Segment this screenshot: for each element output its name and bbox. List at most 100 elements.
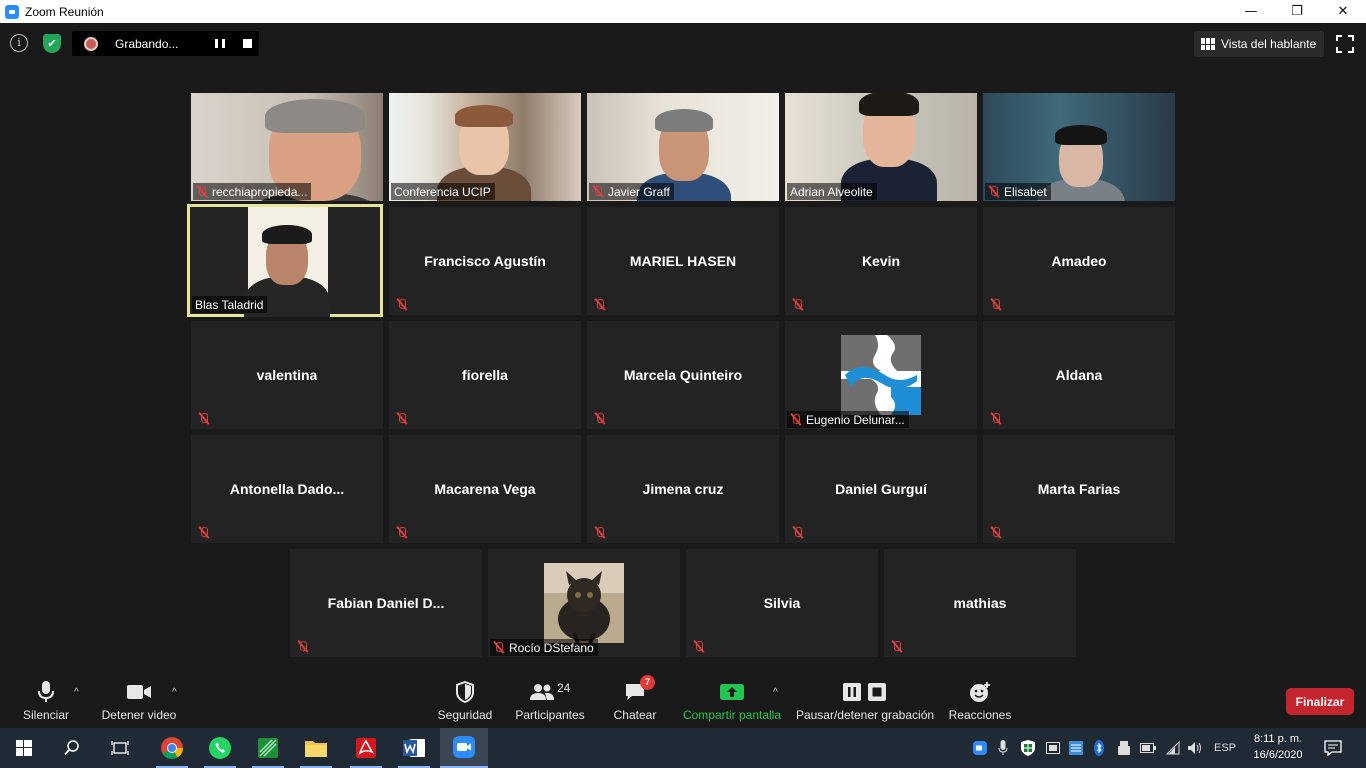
wifi-tray-icon[interactable] <box>1162 728 1184 768</box>
chat-unread-badge: 7 <box>640 675 655 690</box>
muted-microphone-icon <box>594 412 606 425</box>
participant-tile[interactable]: Eugenio Delunar... <box>785 321 977 429</box>
network-monitor-tray-icon[interactable] <box>1066 728 1086 768</box>
participant-tile[interactable]: Francisco Agustín <box>389 207 581 315</box>
participant-tile[interactable]: Amadeo <box>983 207 1175 315</box>
restore-button[interactable]: ❐ <box>1274 0 1320 23</box>
language-indicator[interactable]: ESP <box>1210 728 1240 768</box>
keyboard-tray-icon[interactable] <box>1043 728 1063 768</box>
participant-tile[interactable]: Javier Graff <box>587 93 779 201</box>
participant-tile[interactable]: MARIEL HASEN <box>587 207 779 315</box>
participant-tile[interactable]: fiorella <box>389 321 581 429</box>
speaker-view-button[interactable]: Vista del hablante <box>1194 31 1324 57</box>
participant-name: Rocío DStefano <box>509 640 594 655</box>
participant-tile[interactable]: Aldana <box>983 321 1175 429</box>
participant-tile[interactable]: Elisabet <box>983 93 1175 201</box>
close-button[interactable]: ✕ <box>1320 0 1366 23</box>
participant-name: Antonella Dado... <box>229 481 345 497</box>
participant-tile[interactable]: Macarena Vega <box>389 435 581 543</box>
chat-button[interactable]: 7 Chatear <box>610 673 660 729</box>
bluetooth-tray-icon[interactable] <box>1090 728 1108 768</box>
zoom-tray-icon[interactable] <box>970 728 990 768</box>
muted-microphone-icon <box>891 640 903 653</box>
battery-tray-icon[interactable] <box>1138 728 1158 768</box>
participants-button[interactable]: 24 Participantes <box>514 673 586 729</box>
participant-tile[interactable]: Adrian Alveolite <box>785 93 977 201</box>
notifications-icon[interactable] <box>1318 728 1348 768</box>
participant-name: Fabian Daniel D... <box>327 595 445 611</box>
participant-tile[interactable]: Blas Taladrid <box>187 204 383 317</box>
window-title: Zoom Reunión <box>25 4 104 19</box>
participant-tile[interactable]: Conferencia UCIP <box>389 93 581 201</box>
share-options-chevron-icon[interactable]: ^ <box>773 687 778 698</box>
green-app-icon[interactable] <box>244 728 292 768</box>
defender-tray-icon[interactable] <box>1018 728 1038 768</box>
grid-view-icon <box>1201 38 1215 50</box>
encryption-shield-icon[interactable]: ✔ <box>43 34 61 53</box>
muted-microphone-icon <box>990 412 1002 425</box>
participant-name: Eugenio Delunar... <box>806 412 905 427</box>
microphone-icon <box>37 679 55 705</box>
muted-microphone-icon <box>790 413 802 426</box>
participant-tile[interactable]: mathias <box>884 549 1076 657</box>
participant-tile[interactable]: recchiapropieda... <box>191 93 383 201</box>
file-explorer-icon[interactable] <box>292 728 340 768</box>
clock-date: 16/6/2020 <box>1253 749 1303 761</box>
participant-tile[interactable]: Silvia <box>686 549 878 657</box>
meeting-toolbar: Silenciar ^ Detener video ^ Seguridad 24… <box>0 673 1366 729</box>
chrome-icon[interactable] <box>148 728 196 768</box>
windows-start-icon[interactable] <box>0 728 48 768</box>
participant-tile[interactable]: Rocío DStefano <box>488 549 680 657</box>
participant-name-label: Javier Graff <box>589 183 674 200</box>
participant-name: Blas Taladrid <box>195 297 264 312</box>
participant-name: Amadeo <box>1051 253 1107 269</box>
participant-name: Elisabet <box>1004 184 1047 199</box>
search-icon[interactable] <box>48 728 96 768</box>
security-shield-icon <box>455 679 475 705</box>
stop-recording-icon[interactable] <box>243 39 252 48</box>
meeting-info-icon[interactable]: i <box>10 34 28 52</box>
participant-tile[interactable]: valentina <box>191 321 383 429</box>
volume-tray-icon[interactable] <box>1185 728 1205 768</box>
participant-name: Jimena cruz <box>642 481 724 497</box>
mute-button[interactable]: Silenciar <box>18 673 74 729</box>
participant-tile[interactable]: Antonella Dado... <box>191 435 383 543</box>
participant-tile[interactable]: Fabian Daniel D... <box>290 549 482 657</box>
acrobat-icon[interactable] <box>342 728 390 768</box>
muted-microphone-icon <box>396 298 408 311</box>
muted-microphone-icon <box>493 641 505 654</box>
participant-tile[interactable]: Marcela Quinteiro <box>587 321 779 429</box>
word-icon[interactable] <box>390 728 438 768</box>
whatsapp-icon[interactable] <box>196 728 244 768</box>
task-view-icon[interactable] <box>96 728 144 768</box>
zoom-taskbar-icon[interactable] <box>440 728 488 768</box>
muted-microphone-icon <box>693 640 705 653</box>
minimize-button[interactable]: — <box>1228 0 1274 23</box>
reactions-button[interactable]: Reacciones <box>948 673 1012 729</box>
security-button[interactable]: Seguridad <box>436 673 494 729</box>
stop-video-button[interactable]: Detener video <box>98 673 180 729</box>
reactions-label: Reacciones <box>948 708 1012 722</box>
fullscreen-icon[interactable] <box>1336 35 1354 53</box>
share-screen-button[interactable]: Compartir pantalla <box>682 673 782 729</box>
video-options-chevron-icon[interactable]: ^ <box>172 687 177 698</box>
security-label: Seguridad <box>437 708 493 722</box>
participant-tile[interactable]: Jimena cruz <box>587 435 779 543</box>
window-titlebar: Zoom Reunión — ❐ ✕ <box>0 0 1366 23</box>
taskbar-clock[interactable]: 8:11 p. m. 16/6/2020 <box>1246 731 1310 763</box>
participant-tile[interactable]: Marta Farias <box>983 435 1175 543</box>
microphone-tray-icon[interactable] <box>994 728 1012 768</box>
participant-tile[interactable]: Daniel Gurguí <box>785 435 977 543</box>
recording-controls-icon <box>842 679 888 705</box>
participant-tile[interactable]: Kevin <box>785 207 977 315</box>
audio-options-chevron-icon[interactable]: ^ <box>74 687 79 698</box>
muted-microphone-icon <box>990 298 1002 311</box>
pause-recording-icon[interactable] <box>215 39 225 48</box>
usb-tray-icon[interactable] <box>1114 728 1134 768</box>
muted-microphone-icon <box>792 298 804 311</box>
pause-stop-recording-button[interactable]: Pausar/detener grabación <box>796 673 934 729</box>
speaker-view-label: Vista del hablante <box>1221 37 1317 51</box>
participant-name-label: Eugenio Delunar... <box>787 411 909 428</box>
end-meeting-button[interactable]: Finalizar <box>1286 688 1354 715</box>
participant-name: Conferencia UCIP <box>394 184 491 199</box>
